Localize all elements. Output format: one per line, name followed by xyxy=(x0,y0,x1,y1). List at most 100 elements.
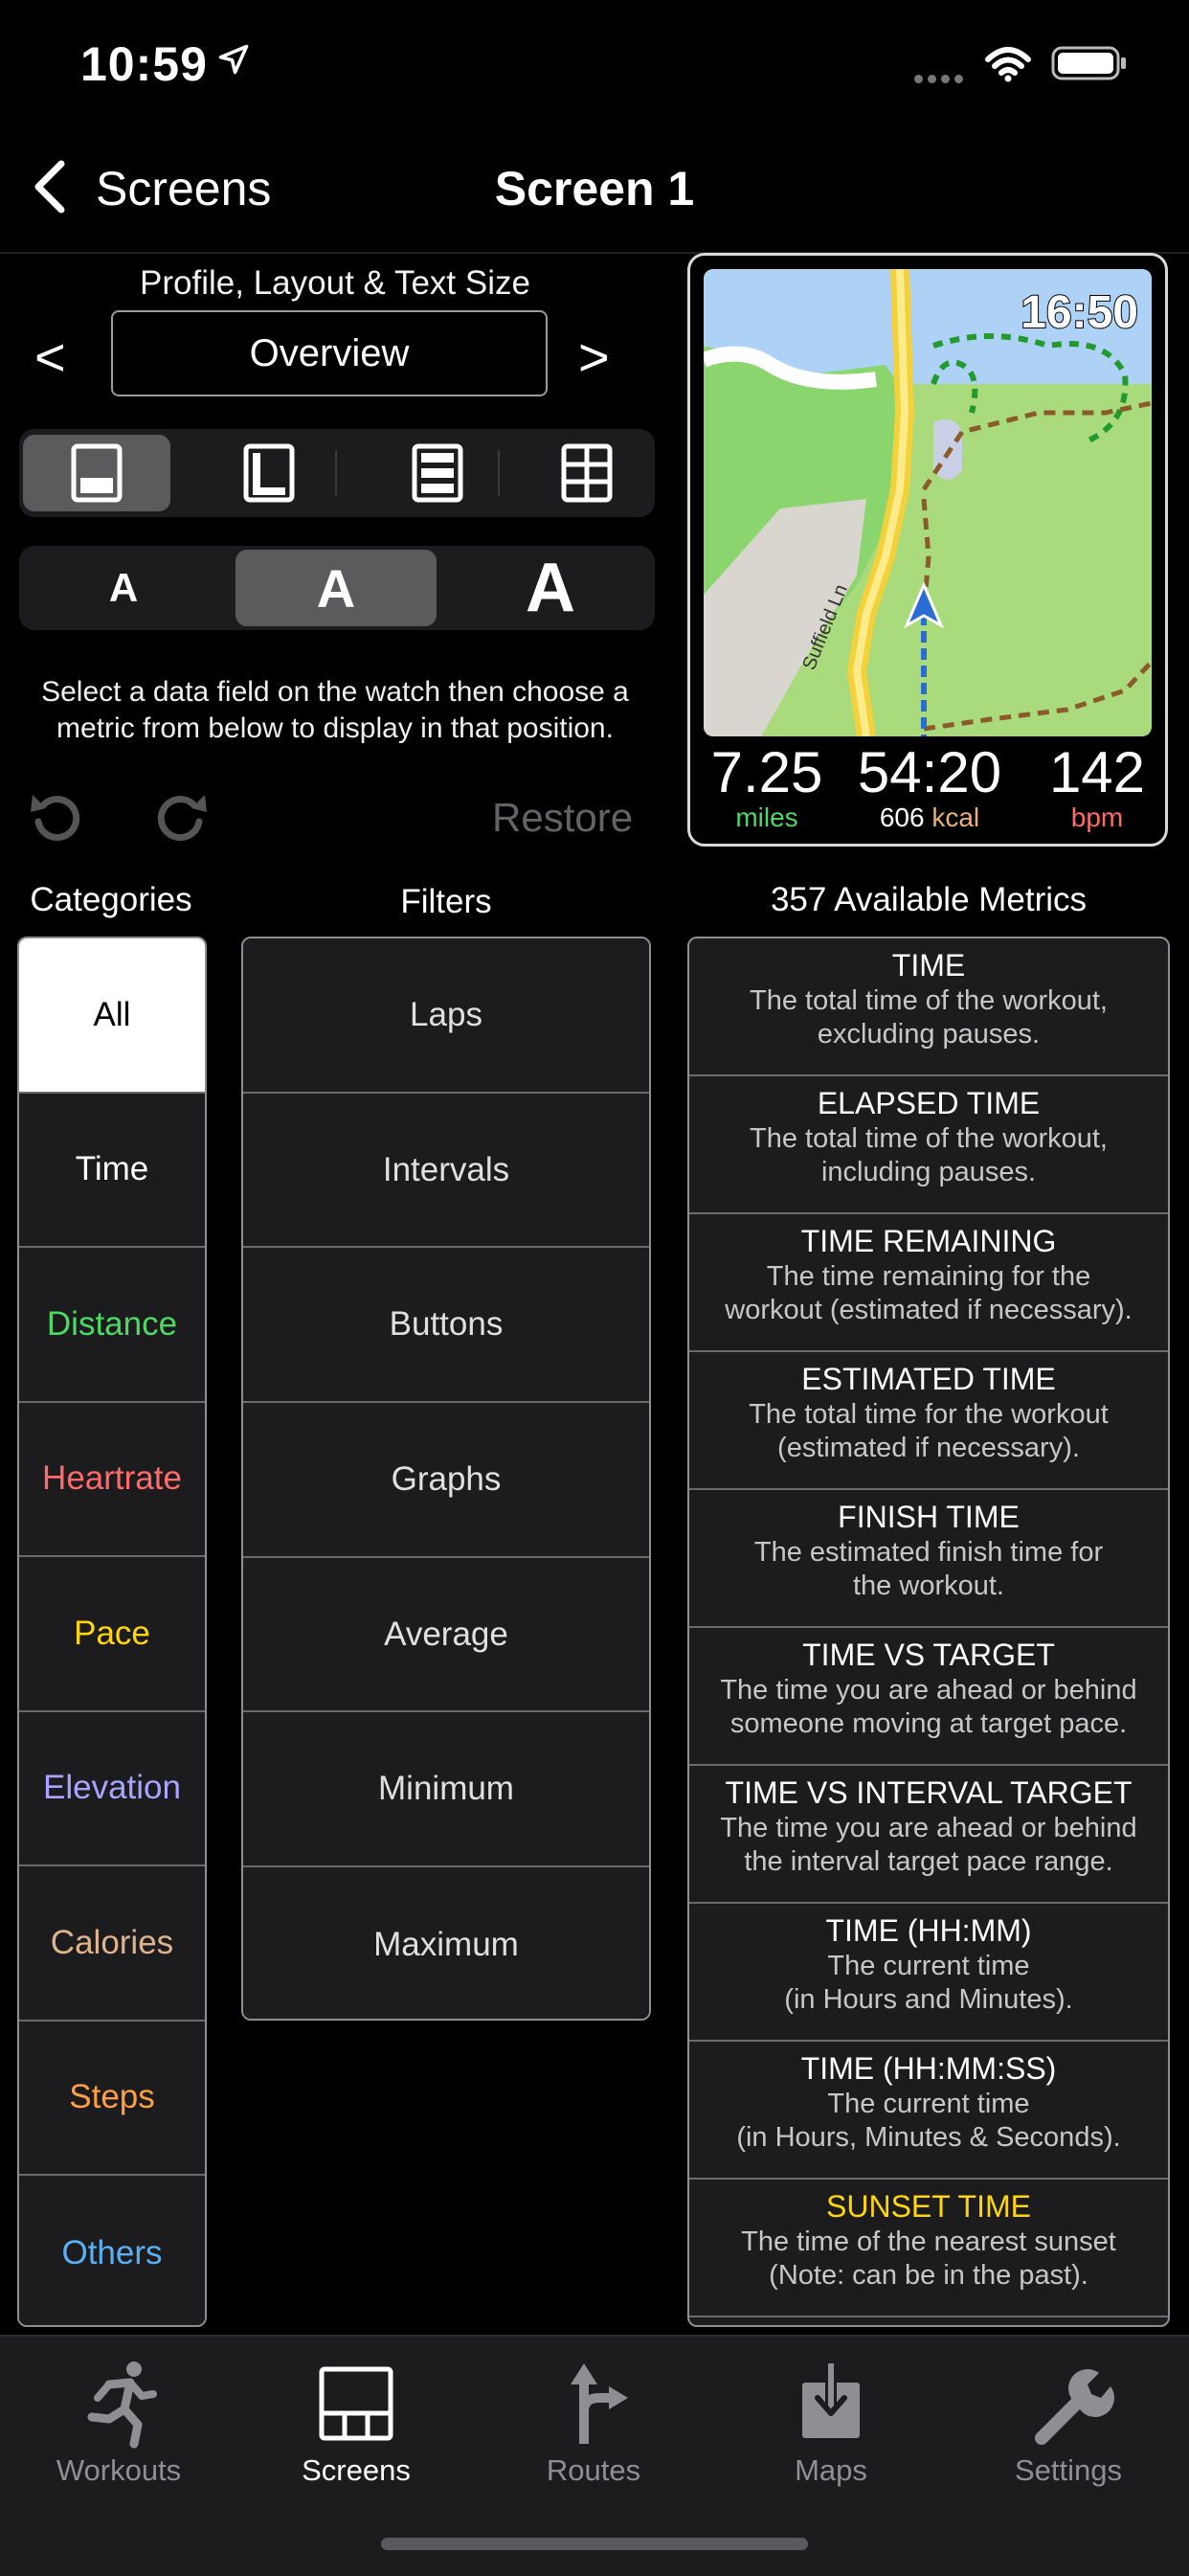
watch-field-time[interactable]: 54:20 606 kcal xyxy=(834,742,1025,832)
tab-maps[interactable]: Maps xyxy=(712,2356,950,2488)
cellular-signal-icon xyxy=(914,71,968,88)
tab-screens[interactable]: Screens xyxy=(237,2356,475,2488)
layout-three-rows-icon xyxy=(412,443,463,503)
layout-segmented-control xyxy=(19,429,655,517)
distance-value: 7.25 xyxy=(710,740,823,804)
tab-settings[interactable]: Settings xyxy=(950,2356,1187,2488)
page-title: Screen 1 xyxy=(494,162,695,215)
previous-profile-button[interactable]: < xyxy=(34,326,66,388)
metric-description: The time you are ahead or behind xyxy=(720,1813,1137,1843)
profile-section-title: Profile, Layout & Text Size xyxy=(140,264,530,302)
metric-item[interactable]: TIME (HH:MM:SS) The current time (in Hou… xyxy=(689,2042,1168,2180)
metric-item[interactable]: TIME (HH:MM) The current time (in Hours … xyxy=(689,1904,1168,2042)
metric-item[interactable]: TIME The total time of the workout, excl… xyxy=(689,938,1168,1076)
layout-l-shape-button[interactable] xyxy=(195,435,343,511)
category-time[interactable]: Time xyxy=(19,1093,205,1248)
metric-item[interactable]: FINISH TIME The estimated finish time fo… xyxy=(689,1490,1168,1628)
metric-description: (in Hours, Minutes & Seconds). xyxy=(736,2122,1121,2153)
category-distance[interactable]: Distance xyxy=(19,1248,205,1403)
metric-item[interactable]: TIME VS TARGET The time you are ahead or… xyxy=(689,1628,1168,1766)
map-image: Suffield Ln xyxy=(704,269,1152,736)
tab-label: Routes xyxy=(546,2453,641,2487)
metric-title: FINISH TIME xyxy=(838,1500,1020,1534)
filter-laps[interactable]: Laps xyxy=(243,938,649,1094)
metric-item[interactable]: ELAPSED TIME The total time of the worko… xyxy=(689,1076,1168,1214)
status-time: 10:59 xyxy=(80,37,208,91)
layout-grid-six-icon xyxy=(561,443,613,503)
restore-button[interactable]: Restore xyxy=(492,795,633,841)
watch-field-heartrate[interactable]: 142 bpm xyxy=(1035,742,1159,832)
metric-item[interactable]: TIME REMAINING The time remaining for th… xyxy=(689,1214,1168,1352)
metric-description: workout (estimated if necessary). xyxy=(725,1295,1133,1325)
filter-graphs[interactable]: Graphs xyxy=(243,1403,649,1558)
metric-title: ELAPSED TIME xyxy=(817,1086,1041,1120)
metric-description: The estimated finish time for xyxy=(753,1537,1104,1568)
redo-icon[interactable] xyxy=(153,787,211,845)
layout-three-rows-button[interactable] xyxy=(364,435,511,511)
metric-description: (Note: can be in the past). xyxy=(769,2260,1088,2291)
metric-description: The current time xyxy=(827,1951,1030,1981)
metric-description: The total time of the workout, xyxy=(750,985,1108,1016)
metric-description: The time remaining for the xyxy=(766,1261,1091,1292)
screens-icon xyxy=(319,2366,393,2441)
text-size-large-button[interactable]: A xyxy=(450,550,651,626)
category-calories[interactable]: Calories xyxy=(19,1866,205,2022)
watch-field-distance[interactable]: 7.25 miles xyxy=(700,742,834,832)
filter-minimum[interactable]: Minimum xyxy=(243,1712,649,1868)
home-indicator xyxy=(381,2538,808,2550)
metric-description: excluding pauses. xyxy=(817,1019,1041,1050)
metric-item[interactable]: ESTIMATED TIME The total time for the wo… xyxy=(689,1352,1168,1490)
metric-title: TIME (HH:MM) xyxy=(825,1913,1032,1948)
next-profile-button[interactable]: > xyxy=(578,326,610,388)
categories-header: Categories xyxy=(30,881,192,918)
heartrate-value: 142 xyxy=(1048,740,1146,804)
category-elevation[interactable]: Elevation xyxy=(19,1711,205,1866)
category-pace[interactable]: Pace xyxy=(19,1557,205,1712)
metric-title: SUNSET TIME xyxy=(826,2189,1031,2224)
text-size-medium-button[interactable]: A xyxy=(236,550,437,626)
tab-workouts[interactable]: Workouts xyxy=(0,2356,237,2488)
watch-preview: Suffield Ln 16:50 7.25 miles 54:20 606 k… xyxy=(687,253,1168,847)
metric-description: the interval target pace range. xyxy=(744,1846,1113,1877)
segment-separator xyxy=(335,450,337,496)
metric-title: TIME VS TARGET xyxy=(802,1638,1055,1672)
wrench-icon xyxy=(1035,2369,1114,2445)
metric-item[interactable]: TIME VS INTERVAL TARGET The time you are… xyxy=(689,1766,1168,1904)
category-others[interactable]: Others xyxy=(19,2176,205,2325)
layout-l-shape-icon xyxy=(243,443,295,503)
layout-single-field-button[interactable] xyxy=(23,435,170,511)
metric-description: the workout. xyxy=(853,1570,1004,1601)
metric-item[interactable]: SUNSET TIME The time of the nearest suns… xyxy=(689,2180,1168,2317)
filter-maximum[interactable]: Maximum xyxy=(243,1867,649,2019)
filters-list: Laps Intervals Buttons Graphs Average Mi… xyxy=(241,937,651,2021)
metric-description: The total time for the workout xyxy=(749,1399,1109,1430)
layout-single-field-icon xyxy=(71,443,123,503)
calories-unit: kcal xyxy=(931,802,980,832)
routes-icon xyxy=(571,2363,628,2444)
category-steps[interactable]: Steps xyxy=(19,2021,205,2176)
metrics-header: 357 Available Metrics xyxy=(770,881,1088,918)
layout-grid-six-button[interactable] xyxy=(523,435,651,511)
maps-download-icon xyxy=(802,2363,860,2438)
map-preview[interactable]: Suffield Ln 16:50 xyxy=(704,269,1152,736)
filter-average[interactable]: Average xyxy=(243,1557,649,1713)
categories-list: All Time Distance Heartrate Pace Elevati… xyxy=(17,937,207,2327)
metric-description: (estimated if necessary). xyxy=(777,1433,1080,1463)
category-all[interactable]: All xyxy=(19,938,205,1094)
tab-routes[interactable]: Routes xyxy=(475,2356,712,2488)
undo-icon[interactable] xyxy=(27,787,84,845)
runner-icon xyxy=(87,2361,157,2449)
metric-description: including pauses. xyxy=(820,1157,1037,1187)
segment-separator xyxy=(498,450,500,496)
profile-selector[interactable]: Overview xyxy=(111,310,548,396)
metric-title: TIME (HH:MM:SS) xyxy=(800,2051,1057,2086)
text-size-small-button[interactable]: A xyxy=(23,550,224,626)
category-heartrate[interactable]: Heartrate xyxy=(19,1402,205,1557)
metric-description: The total time of the workout, xyxy=(750,1123,1108,1154)
metrics-list: TIME The total time of the workout, excl… xyxy=(687,937,1170,2327)
tab-label: Maps xyxy=(795,2453,867,2487)
tab-label: Screens xyxy=(302,2453,411,2487)
metric-description: (in Hours and Minutes). xyxy=(784,1984,1073,2015)
filter-intervals[interactable]: Intervals xyxy=(243,1093,649,1249)
filter-buttons[interactable]: Buttons xyxy=(243,1248,649,1404)
